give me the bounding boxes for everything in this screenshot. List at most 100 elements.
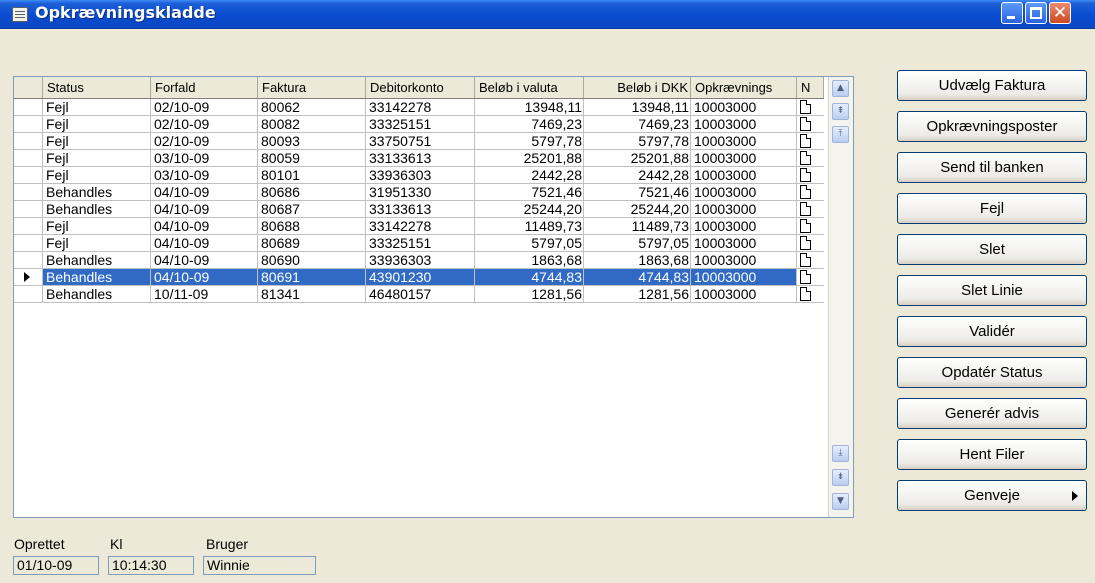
scroll-bottom-button[interactable]: ⤓ — [832, 445, 849, 462]
genveje-button[interactable]: Genveje — [897, 480, 1087, 511]
cell-belob-dkk[interactable]: 5797,78 — [584, 133, 691, 150]
header-faktura[interactable]: Faktura — [258, 77, 366, 98]
cell-belob-valuta[interactable]: 7469,23 — [475, 116, 584, 133]
cell-debitorkonto[interactable]: 33936303 — [366, 167, 475, 184]
cell-opkraevnings[interactable]: 10003000 — [691, 269, 797, 286]
cell-debitorkonto[interactable]: 33325151 — [366, 235, 475, 252]
cell-opkraevnings[interactable]: 10003000 — [691, 133, 797, 150]
table-row[interactable]: Behandles 04/10-09 80686 31951330 7521,46 752… — [14, 184, 824, 201]
cell-debitorkonto[interactable]: 46480157 — [366, 286, 475, 303]
cell-opkraevnings[interactable]: 10003000 — [691, 99, 797, 116]
table-row[interactable]: Fejl 02/10-09 80082 33325151 7469,23 7469,23 1… — [14, 116, 824, 133]
valider-button[interactable]: Validér — [897, 316, 1087, 347]
cell-belob-dkk[interactable]: 2442,28 — [584, 167, 691, 184]
slet-button[interactable]: Slet — [897, 234, 1087, 265]
maximize-button[interactable] — [1025, 2, 1047, 24]
table-row[interactable]: Behandles 04/10-09 80691 43901230 4744,83 474… — [14, 269, 824, 286]
cell-note[interactable] — [797, 133, 824, 150]
table-row[interactable]: Behandles 04/10-09 80687 33133613 25244,20 25… — [14, 201, 824, 218]
slet-linie-button[interactable]: Slet Linie — [897, 275, 1087, 306]
cell-forfald[interactable]: 04/10-09 — [151, 252, 258, 269]
cell-debitorkonto[interactable]: 33325151 — [366, 116, 475, 133]
cell-belob-dkk[interactable]: 7521,46 — [584, 184, 691, 201]
generer-advis-button[interactable]: Generér advis — [897, 398, 1087, 429]
page-down-button[interactable]: ⇟ — [832, 469, 849, 486]
cell-forfald[interactable]: 02/10-09 — [151, 116, 258, 133]
scroll-down-button[interactable]: ▼ — [832, 493, 849, 510]
cell-belob-dkk[interactable]: 4744,83 — [584, 269, 691, 286]
cell-opkraevnings[interactable]: 10003000 — [691, 252, 797, 269]
close-button[interactable]: ✕ — [1049, 2, 1071, 24]
header-debitorkonto[interactable]: Debitorkonto — [366, 77, 475, 98]
cell-faktura[interactable]: 80082 — [258, 116, 366, 133]
fejl-button[interactable]: Fejl — [897, 193, 1087, 224]
cell-note[interactable] — [797, 184, 824, 201]
cell-opkraevnings[interactable]: 10003000 — [691, 184, 797, 201]
cell-belob-dkk[interactable]: 11489,73 — [584, 218, 691, 235]
cell-belob-dkk[interactable]: 5797,05 — [584, 235, 691, 252]
cell-forfald[interactable]: 03/10-09 — [151, 150, 258, 167]
cell-debitorkonto[interactable]: 43901230 — [366, 269, 475, 286]
minimize-button[interactable] — [1001, 2, 1023, 24]
cell-belob-dkk[interactable]: 1281,56 — [584, 286, 691, 303]
cell-note[interactable] — [797, 150, 824, 167]
cell-status[interactable]: Fejl — [43, 235, 151, 252]
cell-forfald[interactable]: 02/10-09 — [151, 99, 258, 116]
cell-belob-dkk[interactable]: 25201,88 — [584, 150, 691, 167]
page-up-button[interactable]: ⇞ — [832, 103, 849, 120]
title-bar[interactable]: Opkrævningskladde ✕ — [0, 0, 1095, 29]
cell-debitorkonto[interactable]: 31951330 — [366, 184, 475, 201]
cell-faktura[interactable]: 81341 — [258, 286, 366, 303]
cell-faktura[interactable]: 80689 — [258, 235, 366, 252]
cell-forfald[interactable]: 04/10-09 — [151, 218, 258, 235]
cell-belob-valuta[interactable]: 1281,56 — [475, 286, 584, 303]
cell-note[interactable] — [797, 235, 824, 252]
table-row[interactable]: Fejl 04/10-09 80688 33142278 11489,73 11489,7… — [14, 218, 824, 235]
table-row[interactable]: Fejl 02/10-09 80093 33750751 5797,78 5797,78 1… — [14, 133, 824, 150]
table-row[interactable]: Fejl 04/10-09 80689 33325151 5797,05 5797,05 1… — [14, 235, 824, 252]
table-row[interactable]: Fejl 02/10-09 80062 33142278 13948,11 13948,1… — [14, 99, 824, 116]
cell-belob-valuta[interactable]: 2442,28 — [475, 167, 584, 184]
cell-note[interactable] — [797, 116, 824, 133]
header-belob-dkk[interactable]: Beløb i DKK — [584, 77, 691, 98]
cell-note[interactable] — [797, 99, 824, 116]
cell-belob-valuta[interactable]: 5797,78 — [475, 133, 584, 150]
opkraevningsposter-button[interactable]: Opkrævningsposter — [897, 111, 1087, 142]
cell-opkraevnings[interactable]: 10003000 — [691, 167, 797, 184]
table-row[interactable]: Behandles 10/11-09 81341 46480157 1281,56 128… — [14, 286, 824, 303]
invoice-grid[interactable]: Status Forfald Faktura Debitorkonto Belø… — [13, 76, 854, 518]
table-row[interactable]: Behandles 04/10-09 80690 33936303 1863,68 186… — [14, 252, 824, 269]
cell-debitorkonto[interactable]: 33133613 — [366, 201, 475, 218]
cell-belob-valuta[interactable]: 7521,46 — [475, 184, 584, 201]
scroll-up-button[interactable]: ▲ — [832, 80, 849, 97]
cell-faktura[interactable]: 80691 — [258, 269, 366, 286]
table-row[interactable]: Fejl 03/10-09 80101 33936303 2442,28 2442,28 1… — [14, 167, 824, 184]
cell-status[interactable]: Behandles — [43, 201, 151, 218]
cell-forfald[interactable]: 04/10-09 — [151, 201, 258, 218]
cell-status[interactable]: Behandles — [43, 252, 151, 269]
header-status[interactable]: Status — [43, 77, 151, 98]
cell-faktura[interactable]: 80062 — [258, 99, 366, 116]
cell-faktura[interactable]: 80686 — [258, 184, 366, 201]
hent-filer-button[interactable]: Hent Filer — [897, 439, 1087, 470]
cell-forfald[interactable]: 04/10-09 — [151, 184, 258, 201]
cell-forfald[interactable]: 04/10-09 — [151, 269, 258, 286]
cell-note[interactable] — [797, 167, 824, 184]
cell-opkraevnings[interactable]: 10003000 — [691, 286, 797, 303]
cell-opkraevnings[interactable]: 10003000 — [691, 201, 797, 218]
table-row[interactable]: Fejl 03/10-09 80059 33133613 25201,88 25201,8… — [14, 150, 824, 167]
cell-status[interactable]: Behandles — [43, 184, 151, 201]
cell-status[interactable]: Fejl — [43, 218, 151, 235]
header-belob-valuta[interactable]: Beløb i valuta — [475, 77, 584, 98]
cell-belob-dkk[interactable]: 7469,23 — [584, 116, 691, 133]
cell-note[interactable] — [797, 218, 824, 235]
header-forfald[interactable]: Forfald — [151, 77, 258, 98]
cell-faktura[interactable]: 80687 — [258, 201, 366, 218]
cell-forfald[interactable]: 04/10-09 — [151, 235, 258, 252]
cell-belob-valuta[interactable]: 13948,11 — [475, 99, 584, 116]
cell-belob-valuta[interactable]: 5797,05 — [475, 235, 584, 252]
cell-debitorkonto[interactable]: 33142278 — [366, 218, 475, 235]
cell-opkraevnings[interactable]: 10003000 — [691, 235, 797, 252]
cell-status[interactable]: Fejl — [43, 150, 151, 167]
cell-note[interactable] — [797, 252, 824, 269]
